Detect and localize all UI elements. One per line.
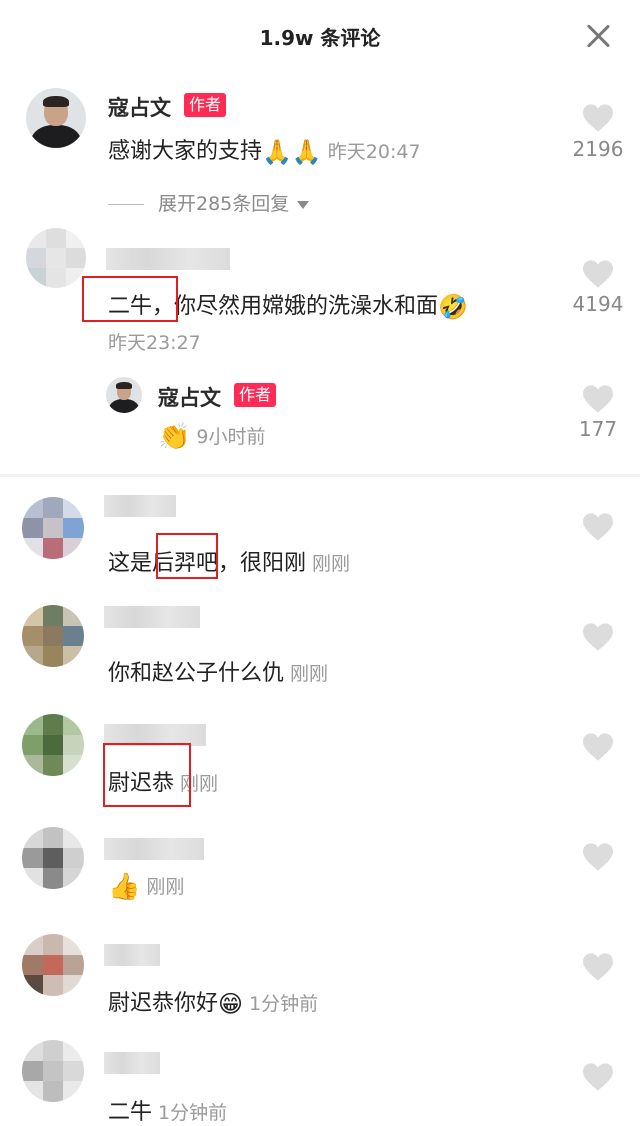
blurred-username [104,944,160,966]
section-divider [0,474,640,477]
comment-timestamp: 刚刚 [146,876,185,898]
expand-replies-label: 展开285条回复 [158,193,290,215]
comment-text: 你和赵公子什么仇 刚刚 [108,655,328,687]
comment-timestamp: 1分钟前 [158,1102,228,1124]
comment-text-body: 尉迟恭你好 [108,991,219,1016]
highlight-box [82,276,178,322]
chevron-down-icon [297,200,310,209]
like-heart-icon[interactable] [581,1062,615,1092]
highlight-box [156,533,218,579]
avatar[interactable] [22,934,84,996]
grin-emoji: 😁 [218,990,244,1018]
like-heart-icon[interactable] [581,512,615,542]
avatar[interactable] [22,497,84,559]
comment-text-body: 感谢大家的支持 [108,139,263,164]
comment-timestamp: 昨天23:27 [108,332,201,354]
like-heart-icon[interactable] [581,103,615,133]
avatar[interactable] [22,1040,84,1102]
like-heart-icon[interactable] [581,732,615,762]
rofl-emoji: 🤣 [438,293,468,321]
comment-timestamp: 昨天20:47 [327,141,421,163]
reply-text: 👏 9小时前 [158,422,265,452]
pray-emoji: 🙏🙏 [262,138,322,166]
comment-text: 这是后羿吧，很阳刚 刚刚 [108,545,350,577]
reply-username[interactable]: 寇占文 [158,382,221,412]
comment-text-body: 你和赵公子什么仇 [108,661,285,686]
blurred-username [104,606,200,628]
avatar[interactable] [22,714,84,776]
like-heart-icon[interactable] [581,952,615,982]
comment-text: 感谢大家的支持🙏🙏 昨天20:47 [108,133,421,166]
comment-username[interactable]: 寇占文 [108,92,171,122]
close-icon[interactable] [584,22,612,50]
comment-timestamp: 刚刚 [312,553,351,575]
like-heart-icon[interactable] [581,622,615,652]
like-heart-icon[interactable] [581,842,615,872]
comment-timestamp: 1分钟前 [249,993,319,1015]
like-heart-icon[interactable] [581,384,615,414]
blurred-username [104,495,176,517]
avatar[interactable] [22,827,84,889]
expand-replies-button[interactable]: 展开285条回复 [108,189,310,216]
avatar[interactable] [26,88,86,148]
author-badge: 作者 [234,383,277,407]
comments-count-title: 1.9w 条评论 [259,26,381,50]
like-count: 2196 [572,137,624,161]
like-heart-icon[interactable] [581,259,615,289]
clap-emoji: 👏 [158,422,191,452]
like-count: 177 [578,417,618,441]
comment-text-body: 二牛 [108,1100,153,1125]
blurred-username [104,1052,160,1074]
highlight-box [103,743,191,807]
reply-timestamp: 9小时前 [196,426,266,448]
blurred-username [104,838,204,860]
comment-text: 尉迟恭你好😁 1分钟前 [108,985,318,1018]
avatar[interactable] [26,228,86,288]
comment-text: 👍 刚刚 [108,872,184,902]
thumbs-up-emoji: 👍 [108,872,141,902]
avatar[interactable] [22,605,84,667]
blurred-username [106,248,230,270]
comment-timestamp: 刚刚 [290,663,329,685]
expand-divider [108,204,144,205]
author-badge: 作者 [184,93,227,117]
comment-text: 二牛 1分钟前 [108,1094,227,1126]
reply-avatar[interactable] [106,377,142,413]
like-count: 4194 [572,292,624,316]
